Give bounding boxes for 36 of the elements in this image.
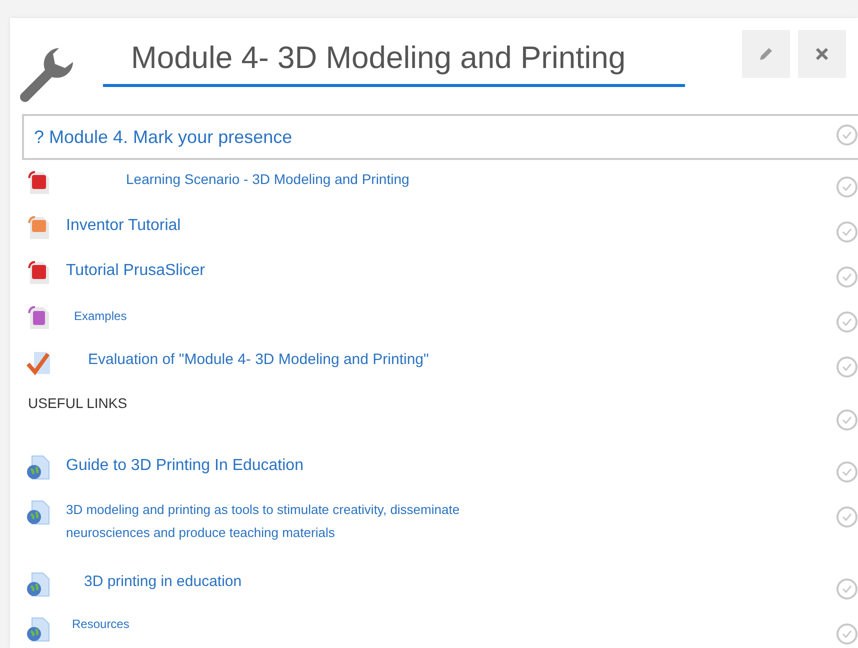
completion-checkbox[interactable] bbox=[836, 221, 858, 243]
completion-checkbox[interactable] bbox=[836, 311, 858, 333]
activity-link[interactable]: Learning Scenario - 3D Modeling and Printing bbox=[126, 168, 410, 190]
completion-checkbox[interactable] bbox=[836, 623, 858, 645]
completion-checkbox[interactable] bbox=[836, 124, 858, 146]
completion-checkbox[interactable] bbox=[836, 356, 858, 378]
section-label: USEFUL LINKS bbox=[28, 394, 128, 413]
edit-button[interactable] bbox=[742, 30, 790, 78]
activity-link[interactable]: Evaluation of "Module 4- 3D Modeling and Printing" bbox=[88, 348, 429, 372]
activity-link[interactable]: Inventor Tutorial bbox=[66, 213, 181, 239]
completion-checkbox[interactable] bbox=[836, 578, 858, 600]
presentation-file-icon bbox=[26, 215, 52, 241]
activity-link[interactable]: 3D printing in education bbox=[84, 570, 242, 594]
completion-checkbox[interactable] bbox=[836, 176, 858, 198]
pencil-icon bbox=[758, 46, 774, 62]
archive-file-icon bbox=[26, 305, 52, 331]
completion-checkbox[interactable] bbox=[836, 409, 858, 431]
activity-link[interactable]: Resources bbox=[72, 615, 130, 634]
completion-checkbox[interactable] bbox=[836, 461, 858, 483]
completion-checkbox[interactable] bbox=[836, 506, 858, 528]
close-button[interactable] bbox=[798, 30, 846, 78]
activity-link[interactable]: ? Module 4. Mark your presence bbox=[34, 122, 292, 152]
checkmark-icon bbox=[26, 350, 52, 376]
activity-link[interactable]: Examples bbox=[74, 307, 127, 326]
web-link-icon bbox=[26, 455, 52, 481]
close-icon bbox=[815, 47, 829, 61]
web-link-icon bbox=[26, 572, 52, 598]
section-title: Module 4- 3D Modeling and Printing bbox=[103, 36, 685, 87]
activity-link[interactable]: Guide to 3D Printing In Education bbox=[66, 453, 304, 479]
web-link-icon bbox=[26, 617, 52, 643]
activity-link[interactable]: 3D modeling and printing as tools to stimulate creativity, disseminate neurosciences and produce teaching materials bbox=[66, 498, 506, 545]
activity-link[interactable]: Tutorial PrusaSlicer bbox=[66, 258, 206, 284]
completion-checkbox[interactable] bbox=[836, 266, 858, 288]
pdf-file-icon bbox=[26, 170, 52, 196]
web-link-icon bbox=[26, 500, 52, 526]
pdf-file-icon bbox=[26, 260, 52, 286]
